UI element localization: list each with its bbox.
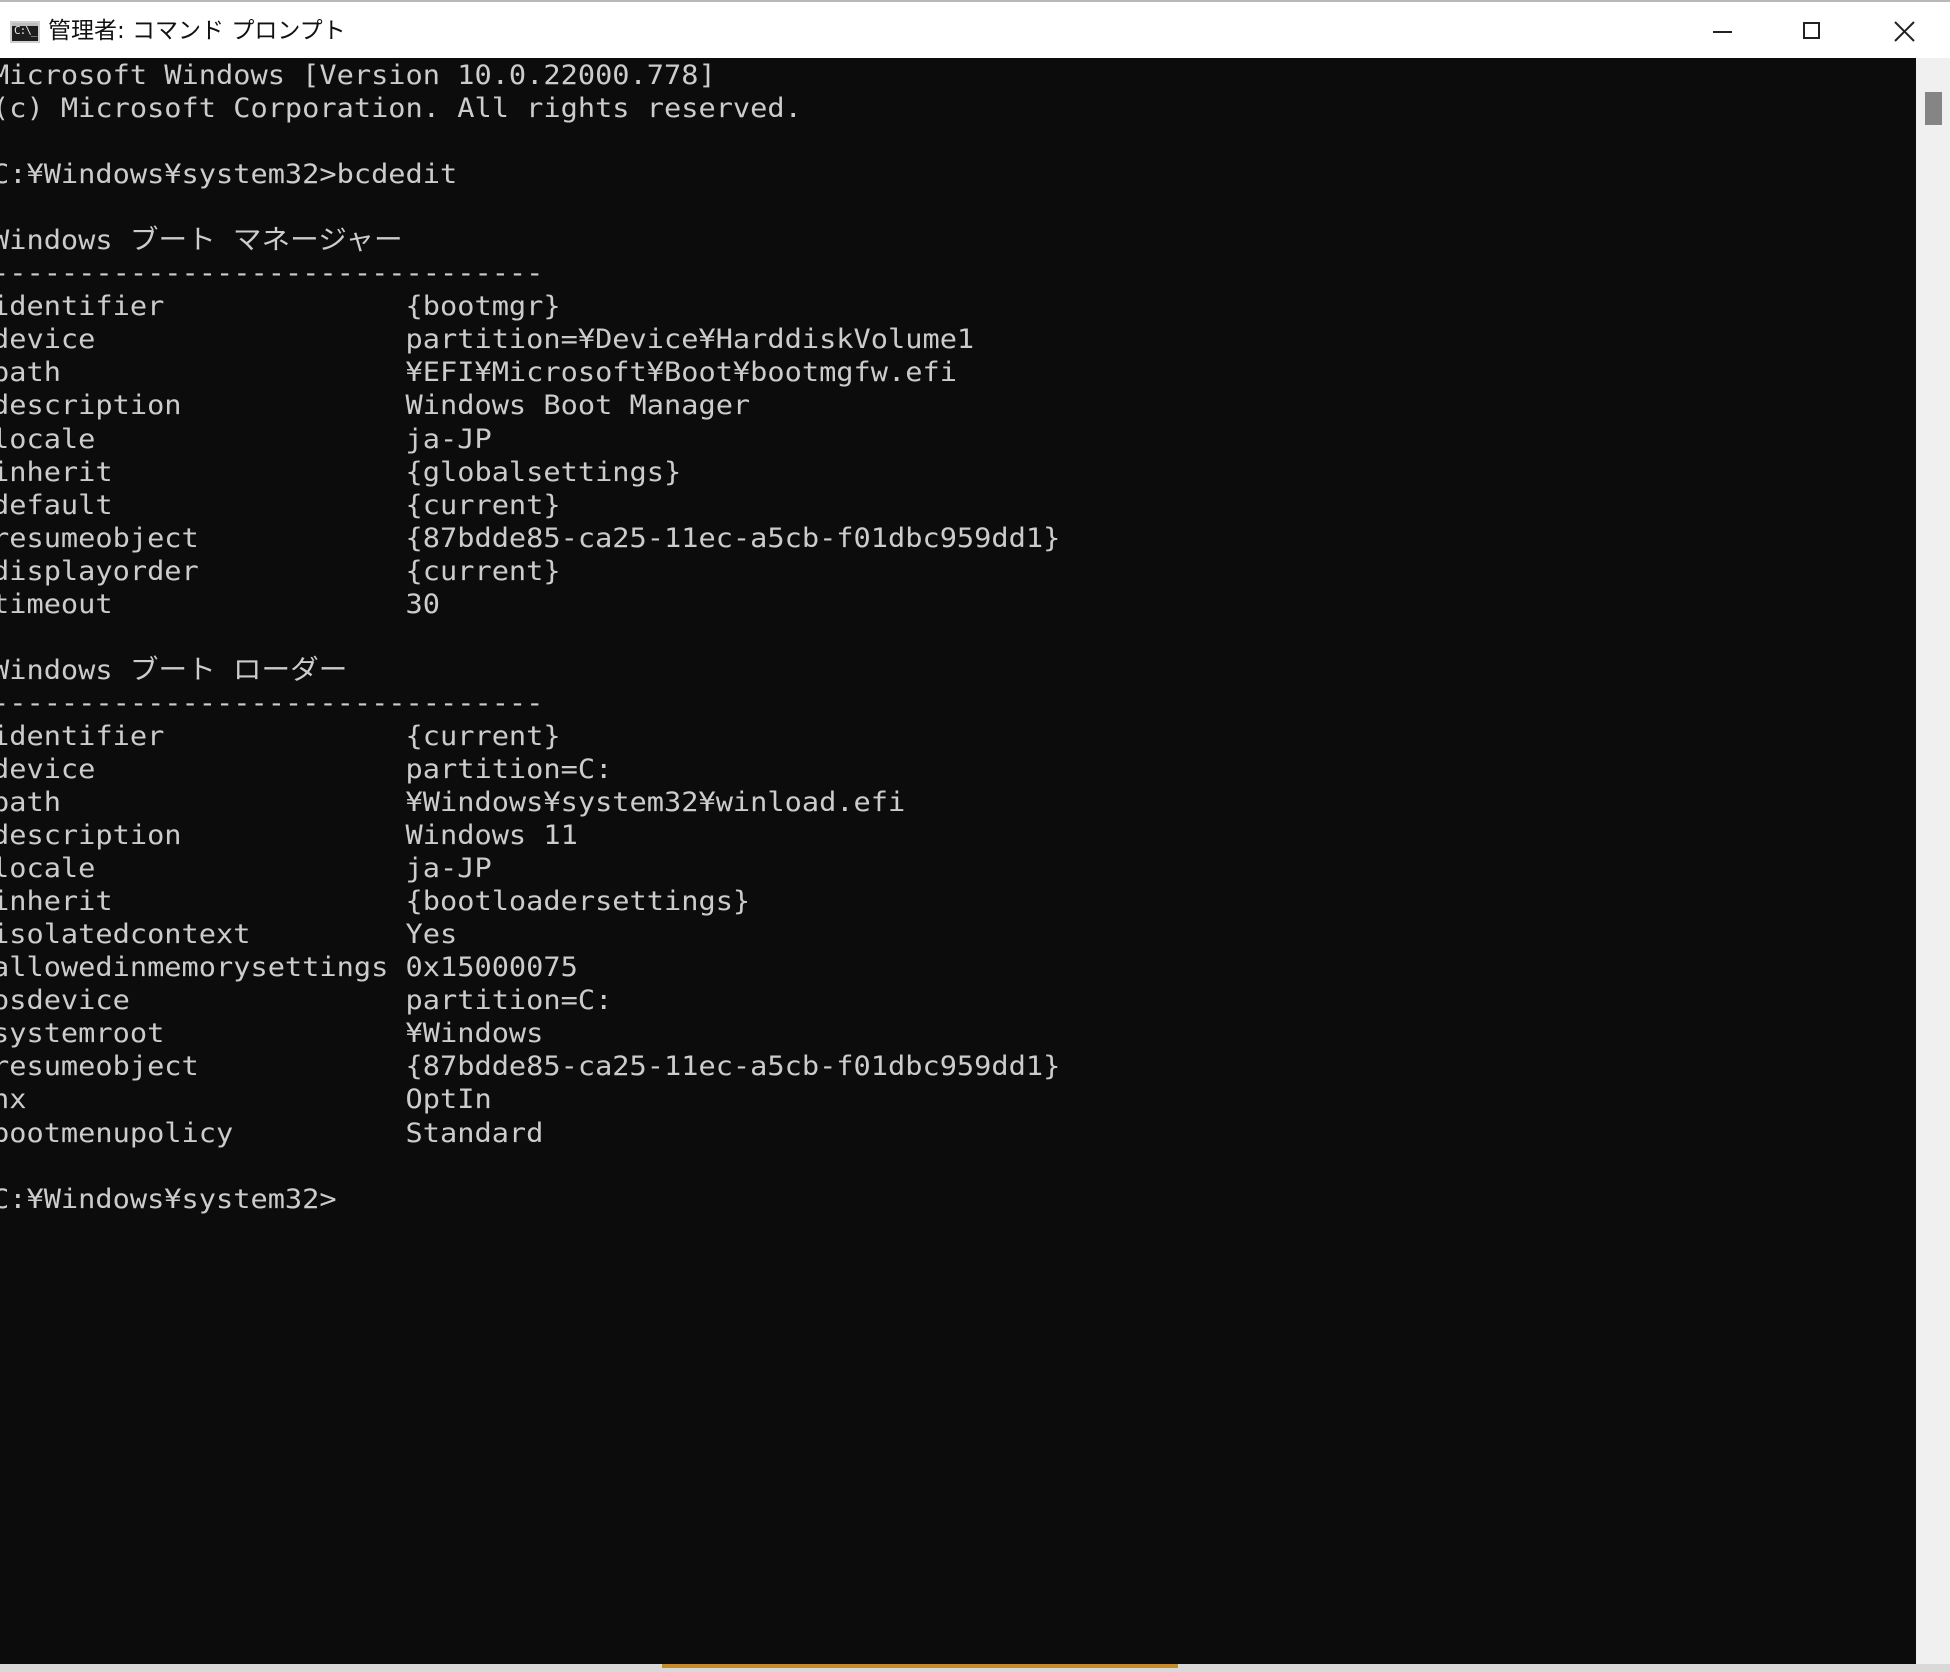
console-line: default {current} bbox=[0, 489, 561, 521]
console-line: Windows ブート マネージャー bbox=[0, 225, 403, 257]
maximize-icon bbox=[1803, 22, 1820, 39]
minimize-icon bbox=[1713, 31, 1732, 33]
console-line: locale ja-JP bbox=[0, 423, 492, 455]
console-line: locale ja-JP bbox=[0, 853, 492, 885]
maximize-button[interactable] bbox=[1767, 2, 1858, 60]
console-line: C:¥Windows¥system32> bbox=[0, 1183, 337, 1215]
console-line: bootmenupolicy Standard bbox=[0, 1117, 544, 1149]
taskbar-edge bbox=[0, 1664, 1950, 1672]
console-line: inherit {bootloadersettings} bbox=[0, 886, 751, 918]
console-line: nx OptIn bbox=[0, 1084, 492, 1116]
console-line: displayorder {current} bbox=[0, 555, 561, 587]
console-line: identifier {bootmgr} bbox=[0, 291, 561, 323]
console-line: osdevice partition=C: bbox=[0, 985, 613, 1017]
console-line: C:¥Windows¥system32>bcdedit bbox=[0, 159, 458, 191]
console-line: Windows ブート ローダー bbox=[0, 654, 348, 686]
taskbar-highlight bbox=[662, 1664, 1178, 1668]
console-line: resumeobject {87bdde85-ca25-11ec-a5cb-f0… bbox=[0, 522, 1061, 554]
title-bar[interactable]: C:\_ 管理者: コマンド プロンプト bbox=[0, 0, 1950, 58]
console-line: device partition=¥Device¥HarddiskVolume1 bbox=[0, 324, 975, 356]
console-line: isolatedcontext Yes bbox=[0, 919, 458, 951]
console-line: path ¥Windows¥system32¥winload.efi bbox=[0, 787, 906, 819]
close-icon bbox=[1894, 21, 1915, 42]
console-line: description Windows Boot Manager bbox=[0, 390, 751, 422]
console-output-area[interactable]: Microsoft Windows [Version 10.0.22000.77… bbox=[0, 58, 1916, 1672]
vertical-scrollbar[interactable] bbox=[1916, 58, 1950, 1672]
window-title: 管理者: コマンド プロンプト bbox=[48, 18, 346, 44]
console-line: timeout 30 bbox=[0, 588, 440, 620]
console-line: device partition=C: bbox=[0, 753, 613, 785]
minimize-button[interactable] bbox=[1676, 2, 1767, 60]
console-line: allowedinmemorysettings 0x15000075 bbox=[0, 952, 578, 984]
console-line: systemroot ¥Windows bbox=[0, 1018, 544, 1050]
console-line: path ¥EFI¥Microsoft¥Boot¥bootmgfw.efi bbox=[0, 357, 957, 389]
console-text: Microsoft Windows [Version 10.0.22000.77… bbox=[0, 59, 1060, 1216]
command-prompt-window: C:\_ 管理者: コマンド プロンプト Microsoft Windows [… bbox=[0, 0, 1950, 1672]
console-line: inherit {globalsettings} bbox=[0, 456, 682, 488]
console-line: identifier {current} bbox=[0, 720, 561, 752]
console-line: -------------------------------- bbox=[0, 258, 544, 290]
close-button[interactable] bbox=[1858, 2, 1949, 60]
console-line: -------------------------------- bbox=[0, 687, 544, 719]
console-line: description Windows 11 bbox=[0, 820, 578, 852]
console-line: (c) Microsoft Corporation. All rights re… bbox=[0, 93, 802, 125]
app-icon-glyph: C:\_ bbox=[14, 24, 37, 37]
console-line: Microsoft Windows [Version 10.0.22000.77… bbox=[0, 60, 716, 91]
scrollbar-thumb[interactable] bbox=[1925, 92, 1942, 125]
command-prompt-icon[interactable]: C:\_ bbox=[10, 21, 40, 43]
console-line: resumeobject {87bdde85-ca25-11ec-a5cb-f0… bbox=[0, 1051, 1061, 1083]
